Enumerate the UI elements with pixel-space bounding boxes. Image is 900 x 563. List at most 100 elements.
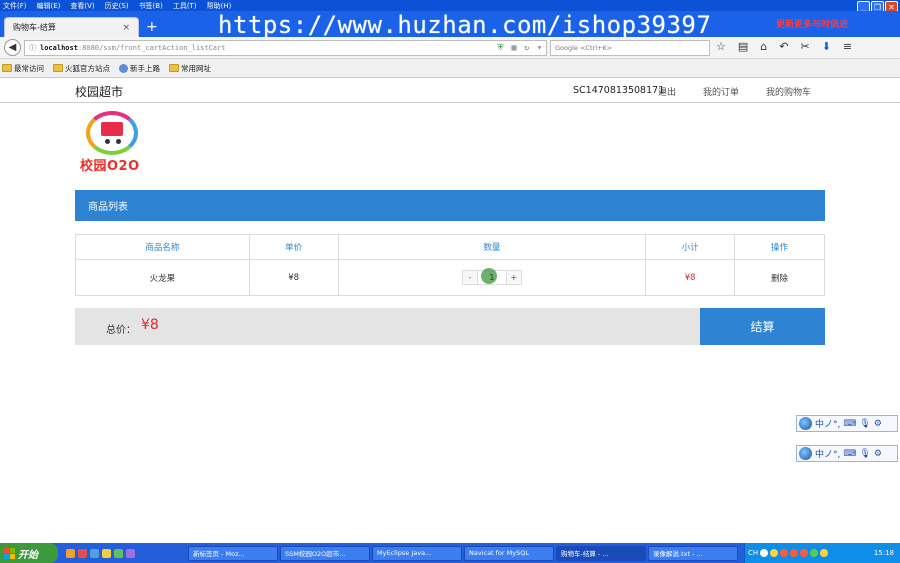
back-arrow-icon: ◀: [8, 42, 17, 53]
reading-list-icon[interactable]: ▤: [738, 40, 748, 53]
folder-icon: [169, 64, 179, 72]
product-list-header: 商品列表: [75, 190, 825, 221]
dropdown-icon[interactable]: ▾: [537, 43, 542, 53]
watermark-notice: 更新更多与时俱进: [776, 20, 849, 30]
url-path: :8080/ssm/front_cartAction_listCart: [77, 44, 226, 52]
site-info-icon[interactable]: ⓘ: [29, 43, 36, 53]
logout-link[interactable]: 退出: [658, 85, 676, 98]
tab-cart-checkout[interactable]: 购物车-结算 ×: [4, 17, 139, 37]
checkout-button[interactable]: 结算: [700, 308, 825, 345]
taskbar-item-cart-checkout[interactable]: 购物车-结算 - ...: [556, 545, 646, 561]
subtotal: ¥8: [645, 259, 736, 296]
taskbar-item-firefox-newtab[interactable]: 新标签页 - Moz...: [188, 545, 278, 561]
menu-help[interactable]: 帮助(H): [207, 1, 232, 11]
quantity-cell: - 1 +: [337, 259, 647, 296]
taskbar-item-myeclipse[interactable]: MyEclipse Java...: [372, 545, 462, 561]
search-placeholder: Google <Ctrl+K>: [555, 44, 613, 52]
decrease-button[interactable]: -: [463, 271, 477, 284]
settings-gear-icon[interactable]: ⚙: [874, 419, 882, 429]
qq-icon[interactable]: [780, 549, 789, 557]
folder-icon: [53, 64, 63, 72]
header-operation: 操作: [734, 234, 825, 260]
ime-toolbar-2[interactable]: 中ノ°, ⌨ 🎙 ⚙: [796, 445, 898, 462]
watermark-url: https://www.huzhan.com/ishop39397: [218, 11, 712, 39]
qr-code-icon[interactable]: ▦: [512, 43, 517, 53]
section-title: 商品列表: [88, 202, 128, 213]
total-bar: 总价： ¥8 结算: [75, 308, 825, 345]
qq-icon[interactable]: [800, 549, 809, 557]
microphone-icon[interactable]: 🎙: [859, 419, 870, 429]
total-label: 总价：: [106, 325, 136, 336]
home-icon[interactable]: ⌂: [760, 40, 767, 53]
taskbar-item-navicat[interactable]: Navicat for MySQL: [464, 545, 554, 561]
site-logo[interactable]: 校园O2O: [80, 109, 146, 175]
keyboard-icon[interactable]: ⌨: [843, 449, 856, 459]
bookmark-getting-started[interactable]: 新手上路: [119, 63, 160, 74]
screen: 文件(F) 编辑(E) 查看(V) 历史(S) 书签(B) 工具(T) 帮助(H…: [0, 0, 900, 563]
start-button[interactable]: 开始: [0, 543, 58, 563]
download-icon[interactable]: ⬇: [822, 40, 831, 53]
bookmark-firefox-official[interactable]: 火狐官方站点: [53, 63, 110, 74]
tab-title: 购物车-结算: [13, 23, 56, 32]
address-bar[interactable]: ⓘ localhost :8080/ssm/front_cartAction_l…: [24, 40, 547, 56]
menu-view[interactable]: 查看(V): [70, 1, 94, 11]
shield-icon[interactable]: ⛨: [498, 43, 504, 53]
my-cart-link[interactable]: 我的购物车: [766, 85, 811, 98]
reload-icon[interactable]: ↻: [524, 43, 529, 53]
header-product-name: 商品名称: [75, 234, 250, 260]
menu-bookmarks[interactable]: 书签(B): [139, 1, 163, 11]
browser-menubar: 文件(F) 编辑(E) 查看(V) 历史(S) 书签(B) 工具(T) 帮助(H…: [0, 0, 900, 14]
bookmark-label: 新手上路: [130, 63, 160, 73]
new-tab-button[interactable]: +: [146, 19, 158, 35]
site-title[interactable]: 校园超市: [75, 83, 123, 100]
ime-logo-icon: [799, 447, 812, 460]
windows-logo-icon: [4, 547, 15, 559]
menu-tools[interactable]: 工具(T): [173, 1, 197, 11]
qq-icon[interactable]: [790, 549, 799, 557]
menu-file[interactable]: 文件(F): [3, 1, 27, 11]
undo-icon[interactable]: ↶: [779, 40, 788, 53]
increase-button[interactable]: +: [507, 271, 521, 284]
user-account-link[interactable]: SC1470813508171: [573, 85, 664, 96]
back-button[interactable]: ◀: [4, 39, 21, 56]
ime-toolbar[interactable]: 中ノ°, ⌨ 🎙 ⚙: [796, 415, 898, 432]
quick-launch-icon[interactable]: [66, 548, 75, 558]
tray-icon[interactable]: [770, 549, 779, 557]
hamburger-menu-icon[interactable]: ≡: [843, 40, 852, 53]
menu-history[interactable]: 历史(S): [105, 1, 129, 11]
total-price: ¥8: [141, 317, 159, 333]
bookmark-common-sites[interactable]: 常用网址: [169, 63, 211, 74]
quick-launch-icon[interactable]: [102, 548, 111, 558]
site-header: 校园超市 SC1470813508171 退出 我的订单 我的购物车: [0, 79, 900, 103]
search-input[interactable]: Google <Ctrl+K>: [550, 40, 710, 56]
input-language[interactable]: CH: [748, 549, 758, 557]
taskbar-item-folder[interactable]: SSM校园O2O超市...: [280, 545, 370, 561]
settings-gear-icon[interactable]: ⚙: [874, 449, 882, 459]
menu-edit[interactable]: 编辑(E): [37, 1, 61, 11]
quantity-stepper: - 1 +: [461, 268, 522, 285]
taskbar-item-notepad[interactable]: 录像解说.txt - ...: [648, 545, 738, 561]
tab-close-icon[interactable]: ×: [122, 23, 130, 33]
volume-icon[interactable]: [820, 549, 829, 557]
navigation-bar: ◀ ⓘ localhost :8080/ssm/front_cartAction…: [0, 37, 900, 59]
microphone-icon[interactable]: 🎙: [859, 449, 870, 459]
header-quantity: 数量: [337, 234, 647, 260]
quick-launch-icon[interactable]: [114, 548, 123, 558]
quantity-input[interactable]: 1: [476, 268, 507, 284]
quick-launch-icon[interactable]: [126, 548, 135, 558]
header-unit-price: 单价: [248, 234, 339, 260]
bookmark-most-visited[interactable]: 最常访问: [2, 63, 44, 74]
ime-logo-icon: [799, 417, 812, 430]
quick-launch-icon[interactable]: [78, 548, 87, 558]
cart-wheels: [102, 139, 124, 144]
product-name: 火龙果: [75, 259, 250, 296]
table-row: 火龙果 ¥8 - 1 + ¥8 删除: [75, 259, 825, 296]
delete-link[interactable]: 删除: [734, 259, 825, 296]
my-orders-link[interactable]: 我的订单: [703, 85, 739, 98]
network-icon[interactable]: [810, 549, 819, 557]
keyboard-icon[interactable]: ⌨: [843, 419, 856, 429]
quick-launch-icon[interactable]: [90, 548, 99, 558]
bookmark-star-icon[interactable]: ☆: [716, 40, 726, 53]
screenshot-icon[interactable]: ✂: [800, 40, 809, 53]
help-icon[interactable]: [760, 549, 769, 557]
